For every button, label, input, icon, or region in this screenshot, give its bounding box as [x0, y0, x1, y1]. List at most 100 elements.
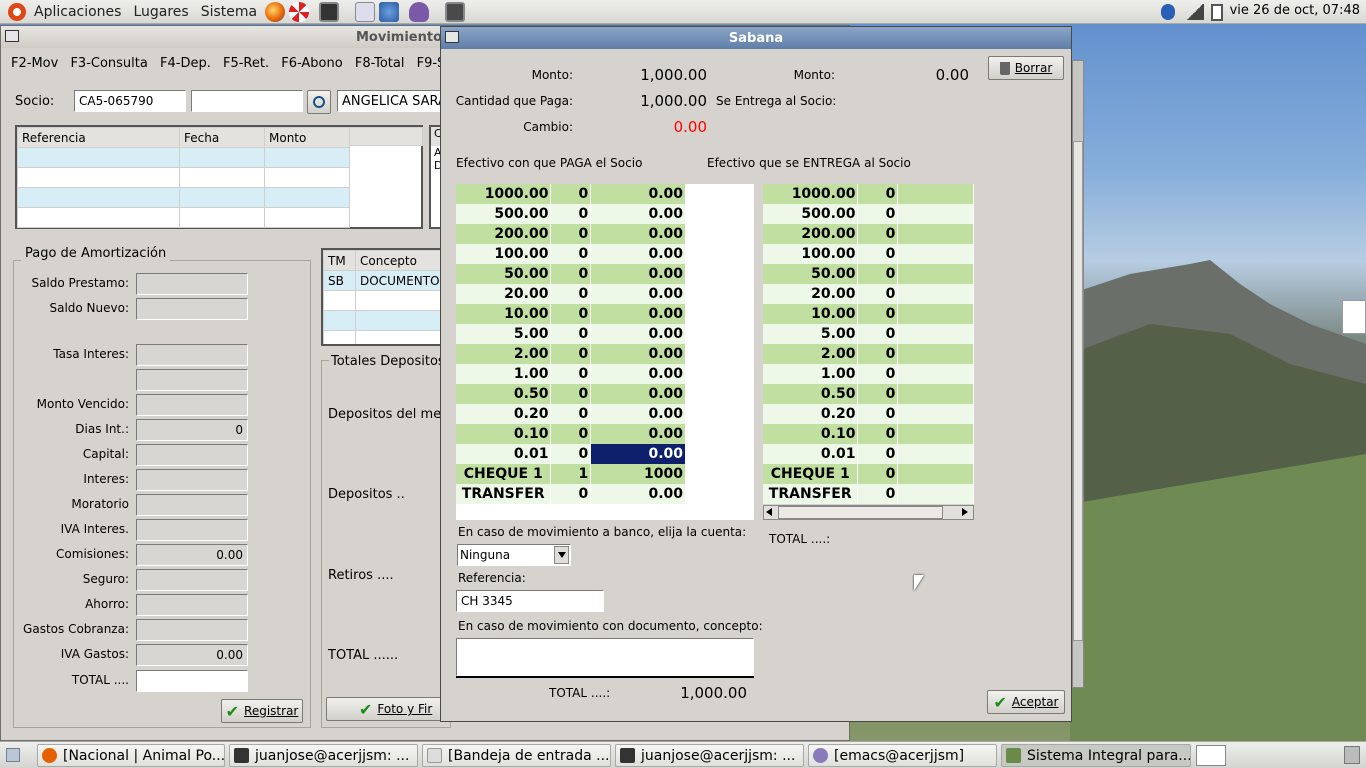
task-sistema-integral[interactable]: Sistema Integral para... [1001, 744, 1191, 767]
task-emacs[interactable]: [emacs@acerjjsm] [808, 744, 997, 767]
cantidad-cell[interactable]: 0 [857, 244, 899, 264]
task-terminal-1[interactable]: juanjose@acerjjsm: ... [229, 744, 418, 767]
pago-field[interactable] [136, 298, 248, 320]
cantidad-cell[interactable]: 0 [857, 404, 899, 424]
entrega-row[interactable]: TRANSFER 0 [763, 484, 974, 504]
vertical-scrollbar[interactable] [1072, 60, 1084, 688]
cantidad-cell[interactable]: 1 [550, 464, 592, 484]
referencia-table[interactable]: Referencia Fecha Monto [15, 125, 423, 229]
socio-input[interactable]: CA5-065790 [74, 90, 186, 112]
menu-f2[interactable]: F2-Mov [11, 56, 58, 71]
window-menu-button[interactable] [5, 30, 19, 42]
entrega-row[interactable]: 0.01 0 [763, 444, 974, 464]
entrega-row[interactable]: 0.20 0 [763, 404, 974, 424]
table-row[interactable] [323, 330, 444, 344]
concepto-input[interactable] [456, 638, 754, 676]
cantidad-cell[interactable]: 0 [550, 484, 592, 504]
battery-icon[interactable] [1211, 4, 1223, 21]
cuenta-select[interactable]: Ninguna [457, 544, 571, 566]
cantidad-cell[interactable]: 0 [550, 184, 592, 204]
paga-row[interactable]: 500.00 0 0.00 [456, 204, 686, 224]
foto-firma-button[interactable]: ✔ Foto y Fir [326, 697, 446, 721]
menu-f3[interactable]: F3-Consulta [70, 56, 147, 71]
table-row[interactable] [17, 167, 350, 188]
cantidad-cell[interactable]: 0 [550, 424, 592, 444]
importe-cell[interactable]: 0.00 [590, 304, 686, 324]
calculator-icon[interactable] [445, 1, 466, 22]
trash-icon[interactable] [1344, 746, 1360, 764]
col-referencia[interactable]: Referencia [17, 127, 180, 148]
horizontal-scrollbar[interactable] [763, 505, 974, 520]
cantidad-cell[interactable]: 0 [550, 344, 592, 364]
paga-row[interactable]: 100.00 0 0.00 [456, 244, 686, 264]
paga-row[interactable]: 20.00 0 0.00 [456, 284, 686, 304]
cantidad-cell[interactable]: 0 [857, 344, 899, 364]
paga-row[interactable]: TRANSFER 0 0.00 [456, 484, 686, 504]
cantidad-cell[interactable]: 0 [550, 224, 592, 244]
pago-field[interactable] [136, 569, 248, 591]
cantidad-cell[interactable]: 0 [550, 264, 592, 284]
importe-cell[interactable]: 0.00 [590, 444, 686, 464]
cantidad-cell[interactable]: 0 [550, 284, 592, 304]
cantidad-cell[interactable]: 0 [857, 304, 899, 324]
table-row[interactable] [323, 310, 444, 331]
paga-table[interactable]: 1000.00 0 0.00 500.00 0 0.00 200.00 0 0.00 100.00… [456, 184, 754, 520]
entrega-row[interactable]: 10.00 0 [763, 304, 974, 324]
entrega-row[interactable]: 1000.00 0 [763, 184, 974, 204]
paga-row[interactable]: 1000.00 0 0.00 [456, 184, 686, 204]
importe-cell[interactable]: 1000 [590, 464, 686, 484]
borrar-button[interactable]: Borrar [988, 56, 1064, 80]
mail-icon[interactable] [355, 1, 376, 22]
cantidad-cell[interactable]: 0 [857, 184, 899, 204]
paga-row[interactable]: 5.00 0 0.00 [456, 324, 686, 344]
entrega-row[interactable]: 0.50 0 [763, 384, 974, 404]
pago-field[interactable] [136, 273, 248, 295]
col-monto[interactable]: Monto [264, 127, 350, 148]
paga-row[interactable]: 0.50 0 0.00 [456, 384, 686, 404]
search-button[interactable] [307, 90, 331, 114]
entrega-table[interactable]: 1000.00 0 500.00 0 200.00 0 100.00 0 50.00 0 20.00… [763, 184, 974, 520]
cantidad-cell[interactable]: 0 [857, 224, 899, 244]
pago-field[interactable]: 0.00 [136, 644, 248, 666]
entrega-row[interactable]: 5.00 0 [763, 324, 974, 344]
scroll-right-icon[interactable] [962, 508, 968, 516]
cantidad-cell[interactable]: 0 [857, 284, 899, 304]
entrega-row[interactable]: 50.00 0 [763, 264, 974, 284]
help-lifebuoy-icon[interactable] [289, 1, 310, 22]
importe-cell[interactable]: 0.00 [590, 484, 686, 504]
entrega-row[interactable]: 0.10 0 [763, 424, 974, 444]
registrar-button[interactable]: ✔ Registrar [221, 699, 303, 723]
workspace-switcher[interactable] [1196, 745, 1226, 766]
importe-cell[interactable]: 0.00 [590, 204, 686, 224]
col-fecha[interactable]: Fecha [179, 127, 265, 148]
table-row[interactable] [17, 207, 350, 228]
paga-row[interactable]: 200.00 0 0.00 [456, 224, 686, 244]
scroll-thumb[interactable] [778, 506, 943, 519]
menu-f8[interactable]: F8-Total [355, 56, 405, 71]
importe-cell[interactable]: 0.00 [590, 264, 686, 284]
cantidad-cell[interactable]: 0 [857, 424, 899, 444]
cantidad-cell[interactable]: 0 [550, 304, 592, 324]
entrega-row[interactable]: 1.00 0 [763, 364, 974, 384]
cantidad-cell[interactable]: 0 [857, 204, 899, 224]
entrega-row[interactable]: 100.00 0 [763, 244, 974, 264]
menu-f6[interactable]: F6-Abono [281, 56, 342, 71]
paga-row[interactable]: CHEQUE 1 1 1000 [456, 464, 686, 484]
importe-cell[interactable]: 0.00 [590, 424, 686, 444]
show-desktop-icon[interactable] [6, 748, 20, 762]
paga-row[interactable]: 50.00 0 0.00 [456, 264, 686, 284]
network-tool-icon[interactable] [379, 1, 400, 22]
pago-field[interactable] [136, 469, 248, 491]
entrega-row[interactable]: 200.00 0 [763, 224, 974, 244]
scroll-left-icon[interactable] [766, 508, 772, 516]
table-row[interactable]: SB DOCUMENTO [323, 270, 444, 291]
entrega-row[interactable]: 2.00 0 [763, 344, 974, 364]
signal-icon[interactable] [1186, 4, 1204, 20]
task-mail[interactable]: [Bandeja de entrada ... [422, 744, 611, 767]
paga-row[interactable]: 10.00 0 0.00 [456, 304, 686, 324]
importe-cell[interactable]: 0.00 [590, 324, 686, 344]
cantidad-cell[interactable]: 0 [550, 444, 592, 464]
cantidad-cell[interactable]: 0 [550, 204, 592, 224]
cantidad-cell[interactable]: 0 [857, 324, 899, 344]
pago-field[interactable] [136, 394, 248, 416]
